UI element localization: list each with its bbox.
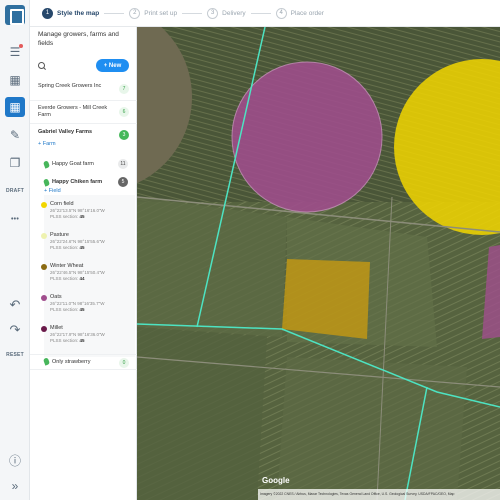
field-color-dot	[41, 295, 47, 301]
field-color-dot	[41, 233, 47, 239]
new-button[interactable]: + New	[96, 59, 129, 72]
redo-icon[interactable]: ↷	[5, 320, 25, 340]
step-number: 2	[129, 7, 141, 19]
grower-name: Gabriel Valley Farms	[38, 129, 93, 135]
step-label: Print set up	[144, 9, 178, 17]
field-color-dot	[41, 202, 47, 208]
notification-dot	[19, 44, 23, 48]
fields-icon[interactable]: ▦	[5, 97, 25, 117]
grower-name: Spring Creek Growers Inc	[38, 83, 102, 89]
draft-label[interactable]: DRAFT	[0, 188, 30, 194]
leaf-icon	[42, 177, 51, 187]
field-name: Winter Wheat	[50, 263, 84, 269]
help-icon[interactable]: ⓘ	[5, 450, 25, 470]
step-label: Delivery	[222, 9, 246, 17]
plss-value: 44	[79, 276, 85, 281]
field-item-winter-wheat[interactable]: Winter Wheat 26°22'46.5"N 98°15'50.4"W P…	[41, 263, 130, 282]
grower-row-everde[interactable]: Everde Growers - Mill Creek Farm 6	[30, 101, 137, 124]
field-plss: PLSS section: 45	[50, 245, 130, 251]
step-style-map[interactable]: 1 Style the map	[42, 7, 125, 19]
step-label: Place order	[290, 9, 324, 17]
plss-value: 45	[79, 338, 85, 343]
farm-count-badge: 0	[119, 358, 129, 368]
field-plss: PLSS section: 44	[50, 276, 130, 282]
parcel	[277, 357, 467, 500]
leaf-icon	[42, 357, 51, 366]
field-name: Pasture	[50, 232, 69, 238]
step-number: 4	[275, 7, 287, 19]
farm-name: Happy Chiken farm	[52, 179, 103, 185]
field-item-pasture[interactable]: Pasture 26°22'24.6"N 98°15'55.6"W PLSS s…	[41, 232, 130, 251]
field-item-oats[interactable]: Oats 26°22'11.0"N 98°16'35.7"W PLSS sect…	[41, 294, 130, 313]
map-canvas[interactable]	[137, 27, 500, 500]
step-connector	[182, 12, 203, 14]
plss-label: PLSS section:	[50, 245, 79, 250]
field-item-millet[interactable]: Millet 26°22'17.9"N 98°16'36.0"W PLSS se…	[41, 325, 130, 344]
step-connector	[104, 12, 125, 14]
growers-panel: Manage growers, farms and fields + New S…	[30, 27, 137, 500]
step-delivery[interactable]: 3 Delivery	[207, 7, 271, 19]
plss-value: 45	[79, 307, 85, 312]
plss-label: PLSS section:	[50, 307, 79, 312]
step-number: 1	[42, 7, 53, 19]
parcel	[137, 197, 287, 337]
step-number: 3	[207, 7, 219, 19]
grower-count-badge: 3	[119, 130, 129, 140]
field-color-dot	[41, 264, 47, 270]
plss-value: 45	[79, 245, 85, 250]
stepper: 1 Style the map 2 Print set up 3 Deliver…	[30, 0, 500, 27]
field-plss: PLSS section: 45	[50, 338, 130, 344]
farm-count-badge: 5	[118, 177, 128, 187]
left-rail: ☰ ▦ ▦ ✎ ❐ DRAFT ••• ↶ ↷ RESET ⓘ »	[0, 0, 30, 500]
grower-name: Everde Growers - Mill Creek Farm	[38, 105, 108, 118]
add-farm-label: Farm	[42, 141, 56, 147]
winter-wheat-field[interactable]	[282, 259, 370, 339]
grower-count-badge: 6	[119, 107, 129, 117]
google-logo: Google	[262, 476, 290, 485]
field-plss: PLSS section: 45	[50, 307, 130, 313]
step-connector	[250, 12, 271, 14]
grower-row-spring-creek[interactable]: Spring Creek Growers Inc 7	[30, 78, 137, 101]
collapse-icon[interactable]: »	[5, 476, 25, 496]
oats-field[interactable]	[231, 61, 383, 213]
undo-icon[interactable]: ↶	[5, 295, 25, 315]
plss-label: PLSS section:	[50, 276, 79, 281]
farm-count-badge: 11	[118, 159, 128, 169]
plss-label: PLSS section:	[50, 214, 79, 219]
pen-icon[interactable]: ✎	[5, 125, 25, 145]
leaf-icon	[42, 159, 51, 169]
add-field-label: Field	[48, 188, 61, 194]
more-icon[interactable]: •••	[0, 216, 30, 223]
field-name: Millet	[50, 325, 63, 331]
add-farm-link[interactable]: + Farm	[38, 141, 56, 147]
step-place-order[interactable]: 4 Place order	[275, 7, 324, 19]
app-logo[interactable]	[5, 5, 25, 25]
grid-icon[interactable]: ▦	[5, 70, 25, 90]
layers-icon[interactable]: ☰	[5, 42, 25, 62]
farm-name: Only strawberry	[52, 358, 91, 365]
farm-name: Happy Goat farm	[52, 161, 94, 167]
documents-icon[interactable]: ❐	[5, 153, 25, 173]
add-field-link[interactable]: + Field	[44, 188, 61, 194]
grower-count-badge: 7	[119, 84, 129, 94]
plss-value: 45	[79, 214, 85, 219]
field-item-corn[interactable]: Corn field 26°22'13.5"N 98°16'16.0"W PLS…	[41, 201, 130, 220]
panel-title: Manage growers, farms and fields	[38, 31, 119, 47]
reset-button[interactable]: RESET	[0, 352, 30, 358]
step-label: Style the map	[57, 9, 100, 17]
parcel	[137, 327, 267, 500]
field-name: Oats	[50, 294, 62, 300]
plss-label: PLSS section:	[50, 338, 79, 343]
satellite-map[interactable]	[137, 27, 500, 500]
field-plss: PLSS section: 45	[50, 214, 130, 220]
step-print-setup[interactable]: 2 Print set up	[129, 7, 203, 19]
map-attribution[interactable]: Imagery ©2022 CNES / Airbus, Maxar Techn…	[258, 489, 500, 500]
search-icon[interactable]	[38, 62, 45, 69]
farm-row-only-strawberry[interactable]: Only strawberry 0	[30, 354, 137, 370]
field-name: Corn field	[50, 201, 74, 207]
field-color-dot	[41, 326, 47, 332]
